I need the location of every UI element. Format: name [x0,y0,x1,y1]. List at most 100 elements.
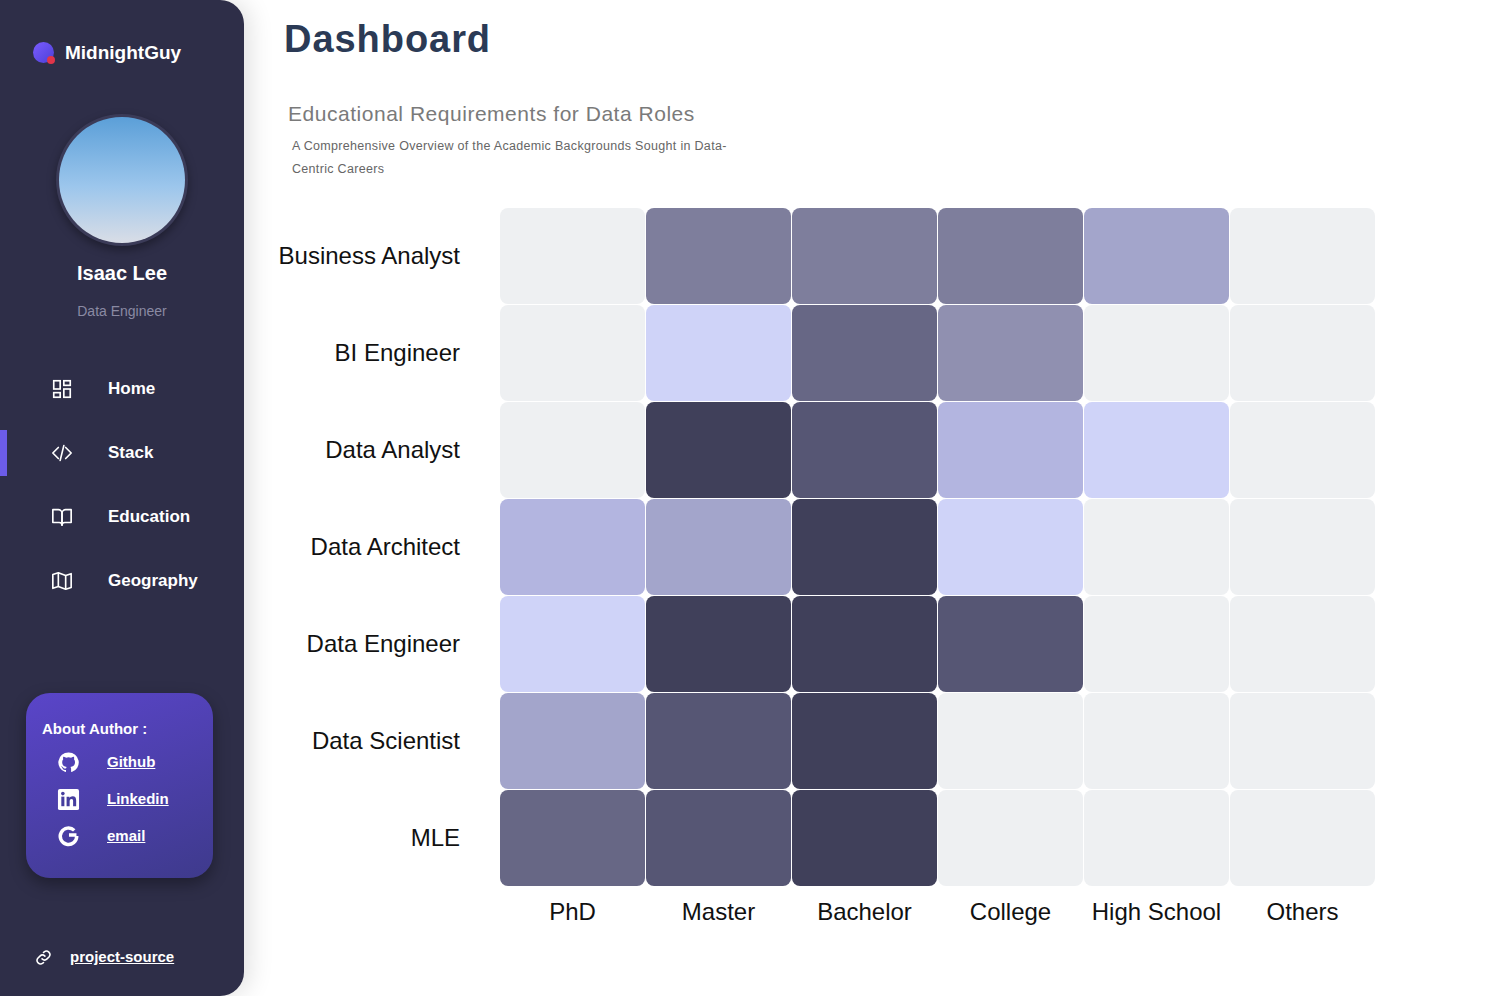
heatmap-cell[interactable] [792,499,937,595]
active-indicator [0,494,7,540]
sidebar-nav: Home Stack Education Geography [0,366,244,604]
heatmap-cell[interactable] [938,499,1083,595]
heatmap-cell[interactable] [646,499,791,595]
column-label: Master [646,898,791,926]
sidebar-item[interactable]: Home [0,366,244,412]
heatmap-cell[interactable] [938,596,1083,692]
heatmap-cell[interactable] [500,208,645,304]
row-label-cell: Data Analyst [244,402,460,498]
sidebar-item[interactable]: Education [0,494,244,540]
sidebar-item-label: Home [108,378,155,400]
avatar-photo [59,117,185,243]
heatmap-cell[interactable] [1084,305,1229,401]
heatmap-cell[interactable] [1084,208,1229,304]
page-title: Dashboard [284,18,1458,60]
column-label: PhD [500,898,645,926]
heatmap-cell[interactable] [1230,596,1375,692]
profile-role: Data Engineer [0,301,244,321]
heatmap-cell[interactable] [1230,208,1375,304]
education-icon [51,506,73,528]
chart-title: Educational Requirements for Data Roles [288,102,1458,126]
heatmap-cell[interactable] [1084,693,1229,789]
heatmap-cell[interactable] [646,208,791,304]
heatmap-grid [500,208,1375,886]
heatmap-cell[interactable] [1084,790,1229,886]
row-label: BI Engineer [335,339,460,367]
column-label: College [938,898,1083,926]
heatmap-cell[interactable] [1230,693,1375,789]
main: Dashboard Educational Requirements for D… [244,0,1498,996]
heatmap: Business Analyst BI Engineer Data Analyst D… [244,208,1498,926]
heatmap-cell[interactable] [938,402,1083,498]
heatmap-cell[interactable] [938,305,1083,401]
row-label: Data Engineer [307,630,460,658]
project-source-link[interactable]: project-source [0,945,244,969]
row-label-cell: Data Engineer [244,596,460,692]
heatmap-cell[interactable] [500,402,645,498]
row-label: Data Analyst [325,436,460,464]
heatmap-cell[interactable] [500,305,645,401]
row-label-cell: Data Architect [244,499,460,595]
header: Dashboard Educational Requirements for D… [244,0,1498,181]
heatmap-cell[interactable] [792,402,937,498]
stack-icon [51,442,73,464]
about-link[interactable]: Github [42,750,203,774]
row-label-cell: Data Scientist [244,693,460,789]
row-label-cell: Business Analyst [244,208,460,304]
link-icon [35,949,52,966]
brand-name: MidnightGuy [65,42,181,64]
heatmap-cell[interactable] [1230,790,1375,886]
linkedin-icon [57,788,80,811]
profile-name: Isaac Lee [0,261,244,285]
heatmap-cell[interactable] [1230,305,1375,401]
logo-icon [33,42,55,64]
sidebar-item[interactable]: Geography [0,558,244,604]
geography-icon [51,570,73,592]
about-title: About Author : [42,719,203,739]
heatmap-cell[interactable] [1230,402,1375,498]
heatmap-cell[interactable] [646,305,791,401]
heatmap-cell[interactable] [500,693,645,789]
heatmap-cell[interactable] [500,499,645,595]
column-label: Others [1230,898,1375,926]
heatmap-cell[interactable] [500,596,645,692]
row-label: Business Analyst [279,242,460,270]
heatmap-cell[interactable] [500,790,645,886]
about-link-label: email [107,826,145,846]
heatmap-cell[interactable] [1084,596,1229,692]
column-labels: PhDMasterBachelorCollegeHigh SchoolOther… [500,898,1375,926]
active-indicator [0,366,7,412]
heatmap-cell[interactable] [646,596,791,692]
heatmap-cell[interactable] [1084,402,1229,498]
heatmap-cell[interactable] [646,402,791,498]
email-icon [57,825,80,848]
heatmap-cell[interactable] [792,596,937,692]
heatmap-cell[interactable] [1230,499,1375,595]
github-icon [57,751,80,774]
about-link[interactable]: email [42,824,203,848]
project-source-label: project-source [70,947,174,967]
heatmap-cell[interactable] [646,790,791,886]
heatmap-cell[interactable] [938,208,1083,304]
sidebar: MidnightGuy Isaac Lee Data Engineer Home… [0,0,244,996]
home-icon [51,378,73,400]
active-indicator [0,558,7,604]
heatmap-cell[interactable] [1084,499,1229,595]
heatmap-cell[interactable] [938,693,1083,789]
heatmap-cell[interactable] [792,790,937,886]
app: MidnightGuy Isaac Lee Data Engineer Home… [0,0,1498,996]
brand[interactable]: MidnightGuy [0,42,244,64]
heatmap-cell[interactable] [938,790,1083,886]
column-label: High School [1084,898,1229,926]
about-link[interactable]: Linkedin [42,787,203,811]
row-label: Data Architect [311,533,460,561]
heatmap-cell[interactable] [792,693,937,789]
sidebar-item[interactable]: Stack [0,430,244,476]
heatmap-cell[interactable] [792,305,937,401]
row-label-cell: MLE [244,790,460,886]
heatmap-cell[interactable] [792,208,937,304]
about-link-label: Github [107,752,155,772]
about-links: Github Linkedin email [42,750,203,848]
heatmap-cell[interactable] [646,693,791,789]
chart-subtitle: A Comprehensive Overview of the Academic… [292,135,762,181]
